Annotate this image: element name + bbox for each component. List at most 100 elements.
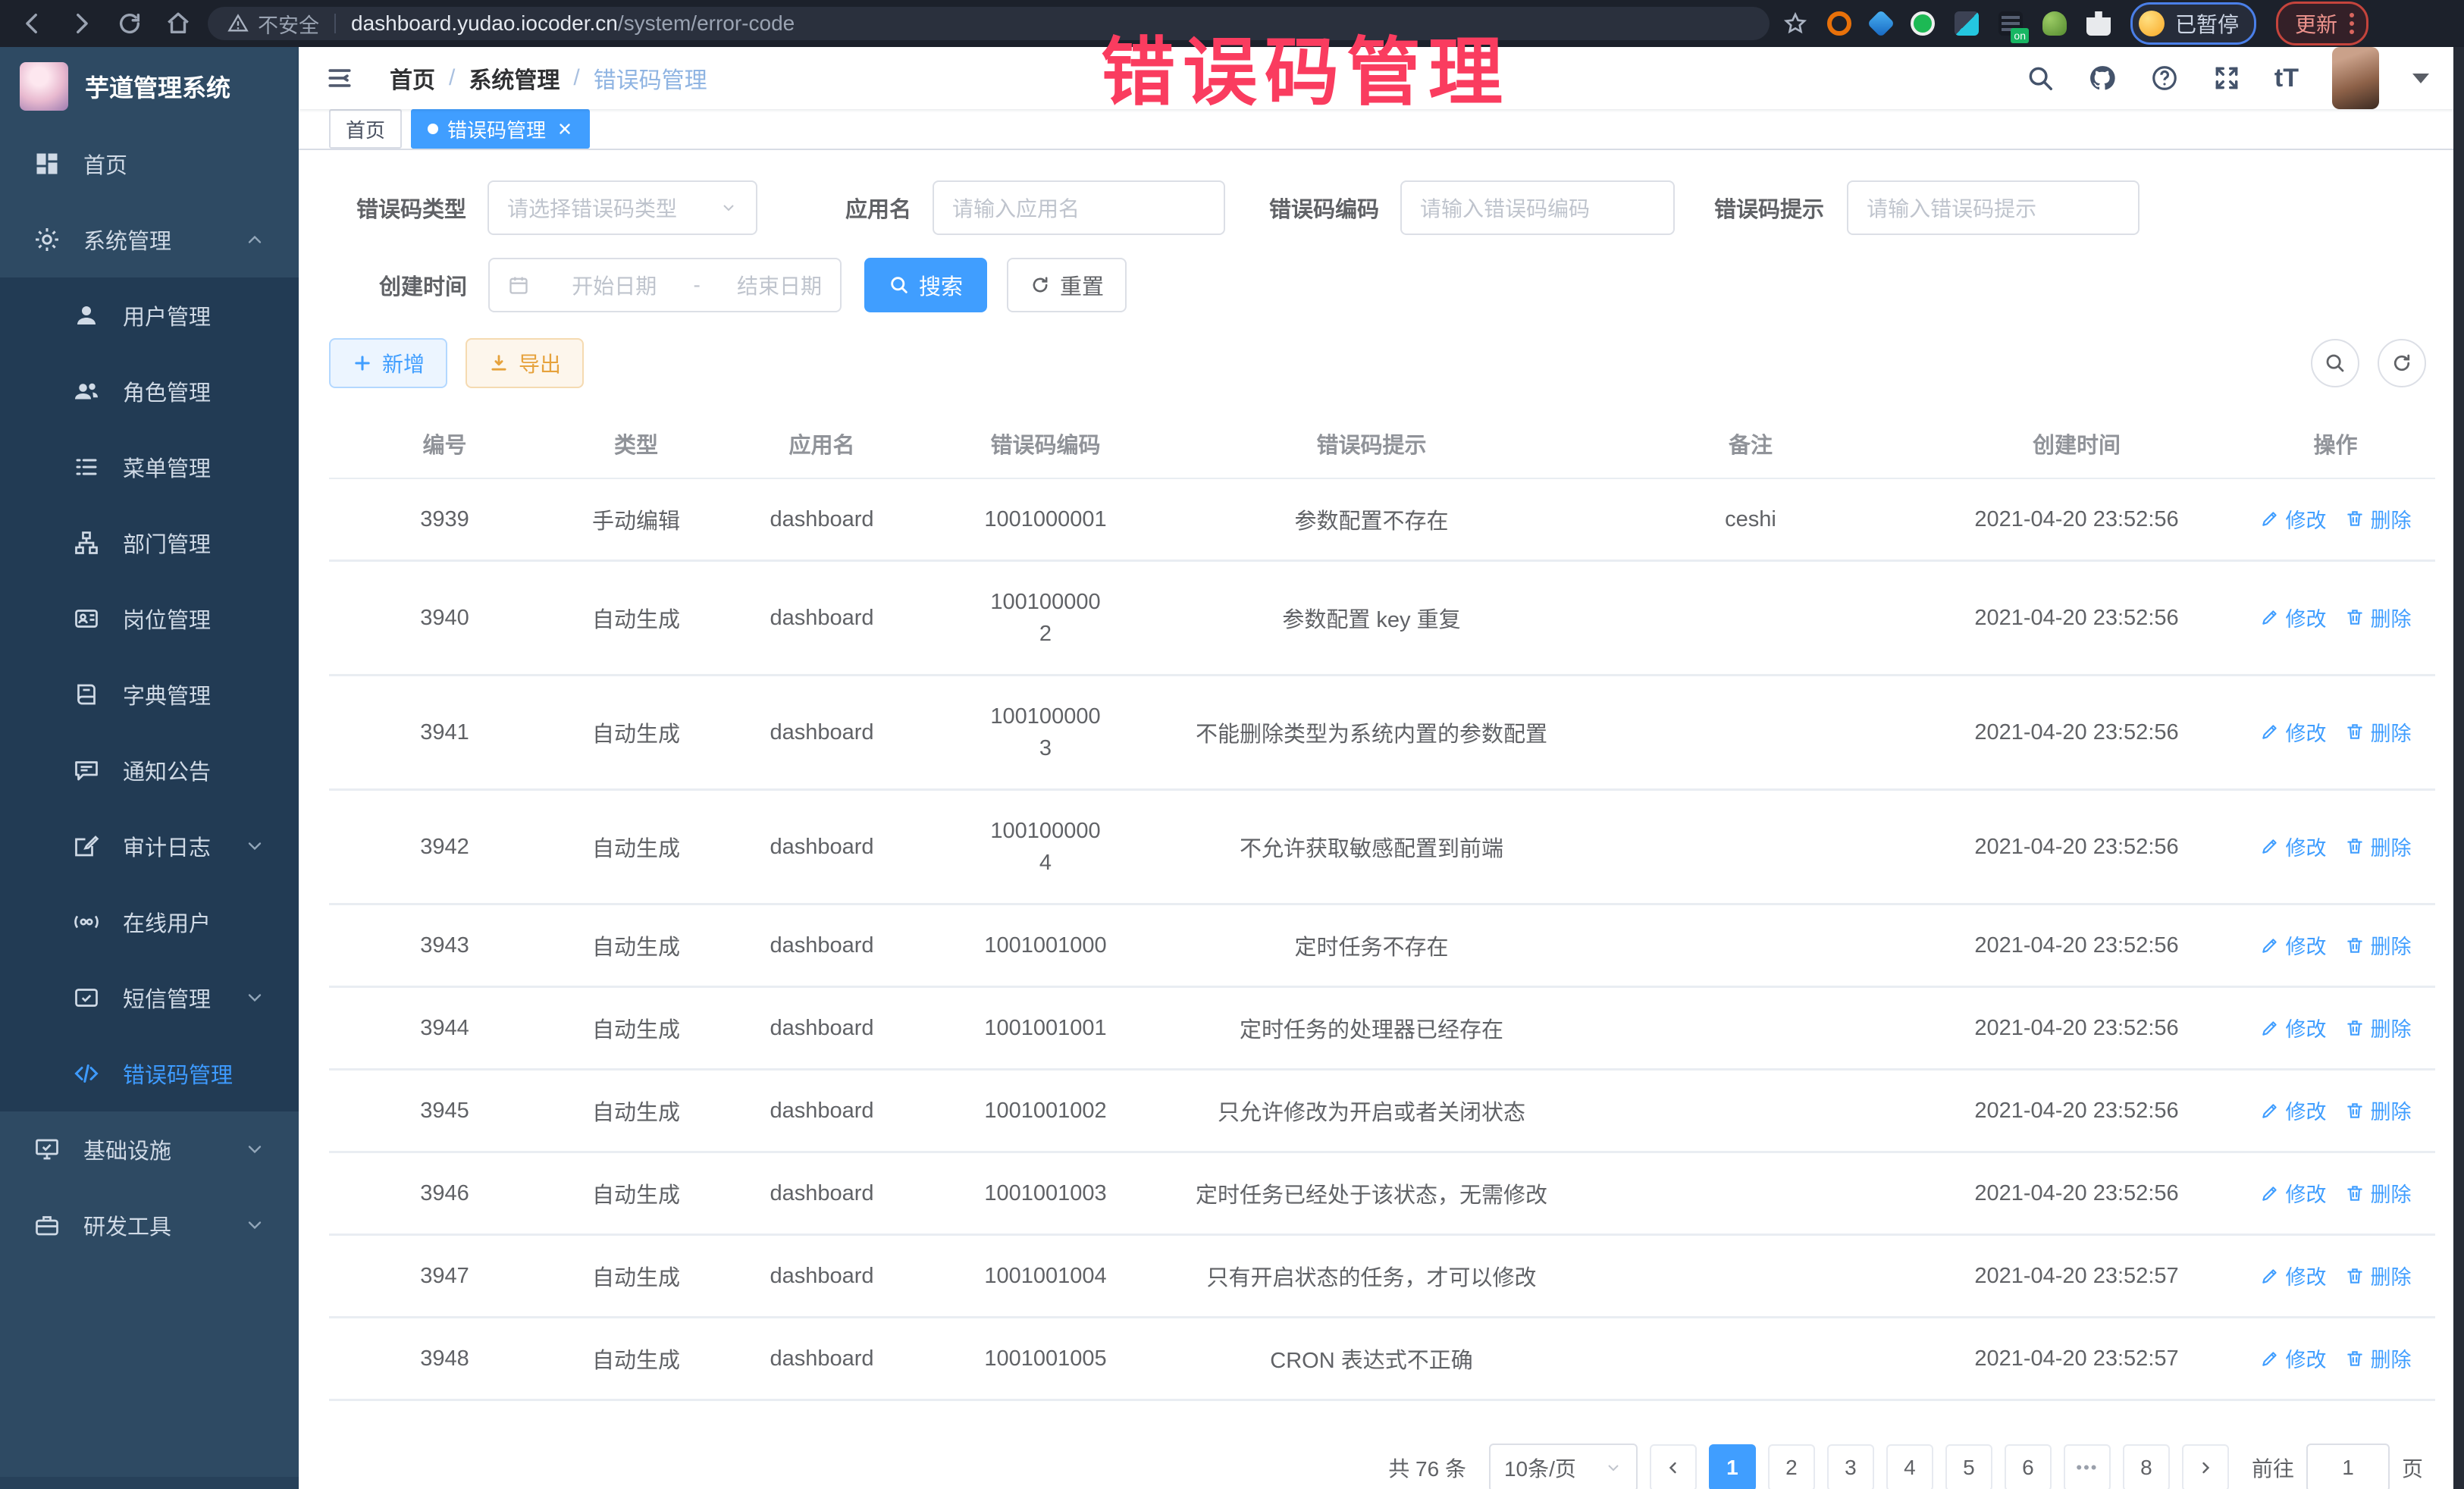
main-area: 首页 / 系统管理 / 错误码管理 tT 首页 bbox=[299, 47, 2464, 1489]
fullscreen-icon[interactable] bbox=[2212, 64, 2241, 92]
edit-link[interactable]: 修改 bbox=[2260, 504, 2327, 534]
sidebar-item-post[interactable]: 岗位管理 bbox=[0, 581, 299, 657]
url-domain[interactable]: dashboard.yudao.iocoder.cn bbox=[351, 11, 618, 36]
menu-dots-icon[interactable] bbox=[2350, 13, 2354, 34]
home-icon[interactable] bbox=[165, 11, 191, 36]
add-button[interactable]: 新增 bbox=[329, 338, 447, 388]
delete-link[interactable]: 删除 bbox=[2345, 603, 2412, 632]
date-range-picker[interactable]: 开始日期 - 结束日期 bbox=[488, 258, 842, 312]
page-button[interactable]: 8 bbox=[2123, 1444, 2170, 1489]
extension-icon[interactable] bbox=[1955, 11, 1979, 36]
edit-link[interactable]: 修改 bbox=[2260, 1343, 2327, 1373]
delete-link[interactable]: 删除 bbox=[2345, 930, 2412, 960]
extension-icon[interactable] bbox=[1827, 11, 1851, 36]
browser-scrollbar[interactable] bbox=[2453, 47, 2464, 1489]
extensions-puzzle-icon[interactable] bbox=[2086, 11, 2111, 36]
sidebar-item-infra[interactable]: 基础设施 bbox=[0, 1111, 299, 1187]
user-avatar[interactable] bbox=[2332, 47, 2379, 109]
sidebar-item-user[interactable]: 用户管理 bbox=[0, 277, 299, 353]
sidebar-item-role[interactable]: 角色管理 bbox=[0, 353, 299, 429]
sidebar-item-menu[interactable]: 菜单管理 bbox=[0, 429, 299, 505]
address-bar[interactable]: 不安全 dashboard.yudao.iocoder.cn /system/e… bbox=[208, 7, 1770, 40]
sidebar-item-dict[interactable]: 字典管理 bbox=[0, 657, 299, 732]
sidebar-item-dept[interactable]: 部门管理 bbox=[0, 505, 299, 581]
delete-link[interactable]: 删除 bbox=[2345, 1343, 2412, 1373]
sidebar-item-errcode[interactable]: 错误码管理 bbox=[0, 1036, 299, 1111]
edit-link[interactable]: 修改 bbox=[2260, 603, 2327, 632]
edit-link[interactable]: 修改 bbox=[2260, 717, 2327, 747]
delete-link[interactable]: 删除 bbox=[2345, 832, 2412, 861]
cell-type: 自动生成 bbox=[560, 1152, 712, 1235]
delete-link[interactable]: 删除 bbox=[2345, 717, 2412, 747]
bookmark-star-icon[interactable] bbox=[1783, 11, 1807, 36]
edit-link[interactable]: 修改 bbox=[2260, 930, 2327, 960]
delete-link[interactable]: 删除 bbox=[2345, 1261, 2412, 1290]
error-type-select[interactable]: 请选择错误码类型 bbox=[487, 180, 757, 235]
extension-icon[interactable] bbox=[1867, 10, 1895, 38]
toggle-search-button[interactable] bbox=[2311, 339, 2359, 387]
breadcrumb-system[interactable]: 系统管理 bbox=[469, 61, 560, 95]
sidebar-logo[interactable]: 芋道管理系统 bbox=[0, 47, 299, 126]
cell-time: 2021-04-20 23:52:56 bbox=[1917, 790, 2236, 904]
github-icon[interactable] bbox=[2088, 64, 2117, 92]
app-name-input[interactable]: 请输入应用名 bbox=[933, 180, 1225, 235]
delete-link[interactable]: 删除 bbox=[2345, 1178, 2412, 1208]
url-path[interactable]: /system/error-code bbox=[618, 11, 795, 36]
select-placeholder: 请选择错误码类型 bbox=[507, 193, 677, 223]
sidebar-item-audit[interactable]: 审计日志 bbox=[0, 808, 299, 884]
back-icon[interactable] bbox=[20, 11, 45, 36]
page-button[interactable]: 2 bbox=[1768, 1444, 1815, 1489]
refresh-button[interactable] bbox=[2378, 339, 2426, 387]
page-button[interactable]: 6 bbox=[2005, 1444, 2052, 1489]
error-code-input[interactable]: 请输入错误码编码 bbox=[1400, 180, 1675, 235]
reload-icon[interactable] bbox=[117, 11, 143, 36]
hamburger-icon[interactable] bbox=[324, 65, 355, 91]
page-button[interactable]: 1 bbox=[1709, 1444, 1756, 1489]
page-button[interactable]: 5 bbox=[1945, 1444, 1992, 1489]
search-icon[interactable] bbox=[2026, 64, 2055, 92]
sidebar-item-home[interactable]: 首页 bbox=[0, 126, 299, 202]
font-size-icon[interactable]: tT bbox=[2274, 64, 2299, 93]
edit-link[interactable]: 修改 bbox=[2260, 1261, 2327, 1290]
tab-error-code[interactable]: 错误码管理 bbox=[411, 109, 590, 149]
page-button[interactable]: 4 bbox=[1886, 1444, 1933, 1489]
delete-link[interactable]: 删除 bbox=[2345, 504, 2412, 534]
edit-link[interactable]: 修改 bbox=[2260, 832, 2327, 861]
page-button[interactable]: 3 bbox=[1827, 1444, 1874, 1489]
cell-hint: 定时任务的处理器已经存在 bbox=[1159, 987, 1584, 1070]
delete-link[interactable]: 删除 bbox=[2345, 1013, 2412, 1042]
sidebar-collapse-bar[interactable] bbox=[0, 1477, 299, 1489]
next-page-button[interactable] bbox=[2182, 1444, 2229, 1489]
delete-link[interactable]: 删除 bbox=[2345, 1096, 2412, 1125]
security-label[interactable]: 不安全 bbox=[258, 9, 319, 39]
tab-home[interactable]: 首页 bbox=[329, 109, 402, 149]
profile-paused-badge[interactable]: 已暂停 bbox=[2130, 2, 2256, 45]
edit-link[interactable]: 修改 bbox=[2260, 1096, 2327, 1125]
edit-link[interactable]: 修改 bbox=[2260, 1013, 2327, 1042]
chevron-down-icon[interactable] bbox=[2412, 74, 2429, 83]
export-button[interactable]: 导出 bbox=[466, 338, 584, 388]
extension-icon[interactable]: on bbox=[1998, 11, 2023, 36]
forward-icon[interactable] bbox=[68, 11, 94, 36]
extension-icon[interactable] bbox=[2042, 11, 2067, 36]
edit-link[interactable]: 修改 bbox=[2260, 1178, 2327, 1208]
page-size-select[interactable]: 10条/页 bbox=[1489, 1444, 1638, 1489]
sidebar-item-online[interactable]: 在线用户 bbox=[0, 884, 299, 960]
sidebar: 芋道管理系统 首页系统管理用户管理角色管理菜单管理部门管理岗位管理字典管理通知公… bbox=[0, 47, 299, 1489]
prev-page-button[interactable] bbox=[1650, 1444, 1697, 1489]
close-icon[interactable] bbox=[556, 121, 573, 137]
browser-update-button[interactable]: 更新 bbox=[2276, 2, 2368, 45]
sidebar-item-system[interactable]: 系统管理 bbox=[0, 202, 299, 277]
page-ellipsis[interactable]: ••• bbox=[2064, 1444, 2111, 1489]
extension-icon[interactable] bbox=[1911, 11, 1935, 36]
table-body: 3939手动编辑dashboard1001000001参数配置不存在ceshi2… bbox=[329, 478, 2435, 1400]
reset-button[interactable]: 重置 bbox=[1007, 258, 1127, 312]
error-hint-input[interactable]: 请输入错误码提示 bbox=[1847, 180, 2140, 235]
sidebar-item-notice[interactable]: 通知公告 bbox=[0, 732, 299, 808]
breadcrumb-home[interactable]: 首页 bbox=[390, 61, 435, 95]
search-button[interactable]: 搜索 bbox=[864, 258, 987, 312]
help-icon[interactable] bbox=[2150, 64, 2179, 92]
sidebar-item-devtools[interactable]: 研发工具 bbox=[0, 1187, 299, 1263]
sidebar-item-sms[interactable]: 短信管理 bbox=[0, 960, 299, 1036]
goto-page-input[interactable]: 1 bbox=[2306, 1444, 2390, 1489]
